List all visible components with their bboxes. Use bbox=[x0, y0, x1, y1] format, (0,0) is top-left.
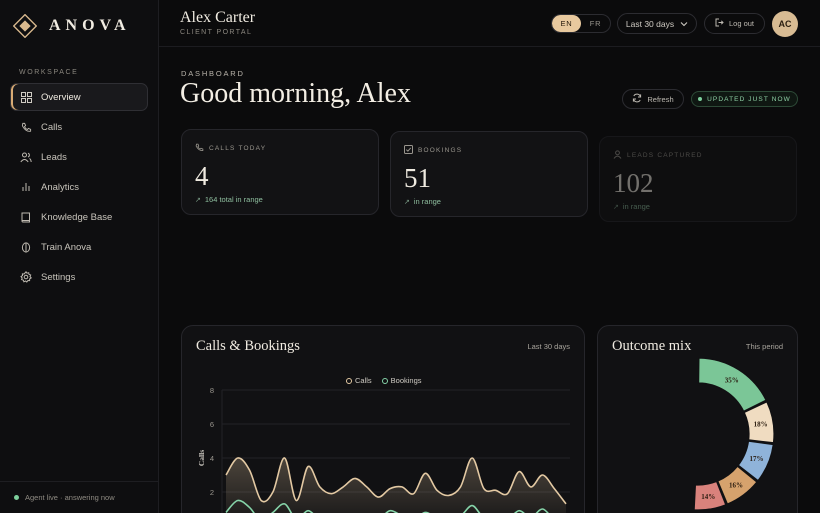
sidebar-item-label: Overview bbox=[41, 91, 81, 103]
sidebar-item-label: Calls bbox=[41, 121, 63, 133]
sidebar-item-label: Analytics bbox=[41, 181, 80, 193]
logout-label: Log out bbox=[728, 19, 755, 28]
y-tick-label: 2 bbox=[210, 488, 214, 497]
y-tick-label: 8 bbox=[210, 386, 214, 395]
users-icon bbox=[20, 151, 32, 163]
logo-icon bbox=[12, 13, 38, 39]
sidebar-item-label: Knowledge Base bbox=[41, 211, 113, 223]
stat-sub: ↗ in range bbox=[613, 202, 650, 211]
outcome-mix-chart: 35% 18% 17% 16% 14% bbox=[693, 357, 775, 511]
calls-area bbox=[226, 457, 566, 513]
status-dot-icon bbox=[698, 97, 703, 101]
arrow-up-icon: ↗ bbox=[404, 198, 410, 206]
pie-slice-label: 35% bbox=[725, 377, 739, 385]
user-icon bbox=[613, 150, 622, 161]
sidebar-item-calls[interactable]: Calls bbox=[10, 113, 148, 141]
lang-option-fr[interactable]: FR bbox=[581, 15, 610, 32]
bar-chart-icon bbox=[20, 181, 32, 193]
stat-label-row: BOOKINGS bbox=[404, 145, 462, 156]
grid-icon bbox=[20, 91, 32, 103]
y-tick-label: 4 bbox=[210, 454, 214, 463]
calls-bookings-panel: Calls & Bookings Last 30 days Calls Book… bbox=[181, 325, 585, 513]
stat-label-row: CALLS TODAY bbox=[195, 143, 266, 154]
y-axis-label: Calls bbox=[197, 450, 206, 466]
stat-sub: ↗ in range bbox=[404, 197, 441, 206]
stat-value: 4 bbox=[195, 161, 209, 191]
pie-slice-label: 14% bbox=[701, 493, 715, 501]
outcome-mix-panel: Outcome mix This period 35% 18% 17% 16% 14% bbox=[597, 325, 798, 513]
avatar[interactable]: AC bbox=[772, 11, 798, 37]
page-kicker: DASHBOARD bbox=[181, 69, 245, 78]
sidebar-item-knowledge-base[interactable]: Knowledge Base bbox=[10, 203, 148, 231]
sidebar: ANOVA WORKSPACE Overview Calls Leads Ana bbox=[0, 0, 159, 513]
arrow-up-icon: ↗ bbox=[195, 196, 201, 204]
calls-bookings-chart: 2 4 6 8 Calls bbox=[197, 386, 570, 513]
stat-label-row: LEADS CAPTURED bbox=[613, 150, 703, 161]
sidebar-item-overview[interactable]: Overview bbox=[10, 83, 148, 111]
pie-slice-label: 17% bbox=[749, 455, 763, 463]
brand-name: ANOVA bbox=[49, 17, 131, 34]
stat-card-calls[interactable]: CALLS TODAY 4 ↗ 164 total in range bbox=[181, 129, 379, 215]
agent-status: Agent live · answering now bbox=[0, 481, 158, 513]
phone-icon bbox=[20, 121, 32, 133]
sidebar-item-label: Settings bbox=[41, 271, 76, 283]
sidebar-nav: Overview Calls Leads Analytics Knowledge… bbox=[10, 83, 148, 293]
checkbox-icon bbox=[404, 145, 413, 156]
date-range-label: Last 30 days bbox=[625, 18, 675, 29]
logout-icon bbox=[715, 18, 724, 29]
arrow-up-icon: ↗ bbox=[613, 203, 619, 211]
lang-option-en[interactable]: EN bbox=[552, 15, 581, 32]
status-text: UPDATED JUST NOW bbox=[707, 95, 791, 103]
brain-icon bbox=[20, 241, 32, 253]
logout-button[interactable]: Log out bbox=[704, 13, 765, 34]
brand[interactable]: ANOVA bbox=[12, 13, 131, 39]
gear-icon bbox=[20, 271, 32, 283]
pie-slice-label: 16% bbox=[729, 481, 743, 489]
y-tick-label: 6 bbox=[210, 420, 214, 429]
sidebar-item-label: Train Anova bbox=[41, 241, 92, 253]
stat-value: 102 bbox=[613, 168, 654, 198]
stat-card-leads[interactable]: LEADS CAPTURED 102 ↗ in range bbox=[599, 136, 797, 222]
sidebar-item-analytics[interactable]: Analytics bbox=[10, 173, 148, 201]
sidebar-item-leads[interactable]: Leads bbox=[10, 143, 148, 171]
sidebar-item-settings[interactable]: Settings bbox=[10, 263, 148, 291]
sidebar-item-label: Leads bbox=[41, 151, 67, 163]
stat-value: 51 bbox=[404, 163, 431, 193]
header: Alex Carter CLIENT PORTAL EN FR Last 30 … bbox=[159, 0, 820, 47]
stat-card-bookings[interactable]: BOOKINGS 51 ↗ in range bbox=[390, 131, 588, 217]
stat-label: CALLS TODAY bbox=[209, 145, 267, 152]
agent-status-text: Agent live · answering now bbox=[25, 493, 115, 502]
live-dot-icon bbox=[14, 495, 19, 500]
refresh-icon bbox=[632, 93, 642, 105]
section-label: WORKSPACE bbox=[19, 69, 79, 76]
stat-sub-text: 164 total in range bbox=[204, 195, 263, 204]
user-role: CLIENT PORTAL bbox=[180, 29, 253, 36]
refresh-button[interactable]: Refresh bbox=[622, 89, 684, 109]
page-title: Good morning, Alex bbox=[180, 78, 411, 109]
phone-icon bbox=[195, 143, 204, 154]
pie-slice-label: 18% bbox=[754, 420, 768, 428]
refresh-label: Refresh bbox=[647, 94, 674, 104]
stat-label: LEADS CAPTURED bbox=[627, 152, 703, 159]
stat-label: BOOKINGS bbox=[418, 147, 463, 154]
sidebar-item-train-anova[interactable]: Train Anova bbox=[10, 233, 148, 261]
stat-sub-text: in range bbox=[413, 197, 441, 206]
chevron-down-icon bbox=[680, 19, 688, 29]
date-range-select[interactable]: Last 30 days bbox=[617, 13, 697, 34]
status-badge: UPDATED JUST NOW bbox=[691, 91, 798, 107]
book-icon bbox=[20, 211, 32, 223]
user-name: Alex Carter bbox=[180, 9, 256, 26]
stat-sub: ↗ 164 total in range bbox=[195, 195, 263, 204]
stat-sub-text: in range bbox=[622, 202, 650, 211]
language-toggle: EN FR bbox=[551, 14, 611, 33]
